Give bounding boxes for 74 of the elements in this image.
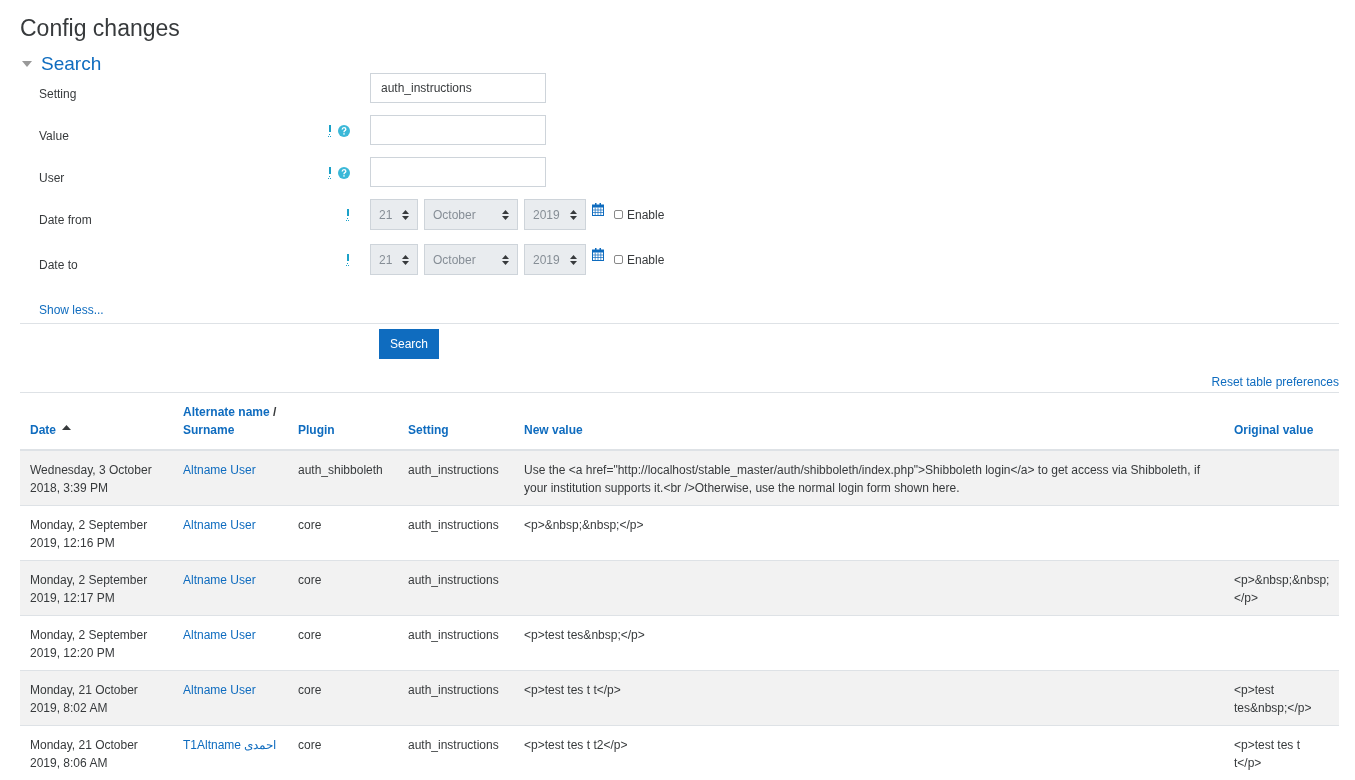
user-link[interactable]: Altname User — [183, 517, 256, 532]
text-field[interactable] — [370, 156, 546, 187]
table-cell: <p>test tes t t</p> — [524, 682, 621, 697]
user-link[interactable]: Altname User — [183, 682, 256, 697]
select-arrows-icon — [402, 254, 409, 265]
month-select[interactable]: October — [424, 199, 518, 230]
table-cell: Monday, 2 September 2019, 12:17 PM — [30, 572, 148, 605]
select-arrows-icon — [570, 209, 577, 220]
collapse-caret-icon[interactable] — [22, 61, 32, 68]
day-select[interactable]: 21 — [370, 244, 418, 275]
field-label: Value — [39, 128, 69, 143]
table-cell: auth_instructions — [408, 737, 499, 752]
table-cell: <p>test tes t t</p> — [1234, 737, 1301, 770]
day-select[interactable]: 21 — [370, 199, 418, 230]
field-label: User — [39, 170, 65, 185]
table-cell: auth_instructions — [408, 572, 499, 587]
field-label: Setting — [39, 86, 77, 101]
column-sort-link[interactable]: New value — [524, 422, 583, 437]
column-sort-link[interactable]: Original value — [1234, 422, 1314, 437]
year-select[interactable]: 2019 — [524, 244, 586, 275]
user-link[interactable]: Altname User — [183, 627, 256, 642]
show-less-link[interactable]: Show less... — [39, 302, 104, 317]
calendar-icon[interactable] — [592, 202, 604, 216]
table-cell: Monday, 2 September 2019, 12:20 PM — [30, 627, 148, 660]
column-sort-link[interactable]: Setting — [408, 422, 449, 437]
table-cell: auth_shibboleth — [298, 462, 383, 477]
help-icon[interactable] — [338, 166, 350, 179]
table-cell: Use the <a href="http://localhost/stable_master/auth/shibboleth/index.php">Shibboleth login</a> to get access via Shibboleth, if your institution supports it.<br />Otherwise, use the normal login form shown here. — [524, 462, 1200, 495]
column-sort-link[interactable]: Alternate name — [183, 404, 270, 419]
year-select[interactable]: 2019 — [524, 199, 586, 230]
text-field[interactable] — [370, 114, 546, 145]
table-cell: <p>test tes&nbsp;</p> — [524, 627, 645, 642]
month-select[interactable]: October — [424, 244, 518, 275]
select-arrows-icon — [570, 254, 577, 265]
table-cell: core — [298, 682, 322, 697]
select-arrows-icon — [402, 209, 409, 220]
field-label: Date to — [39, 257, 78, 272]
table-cell: core — [298, 572, 322, 587]
user-link[interactable]: T1Altname احمدی — [183, 737, 277, 752]
text-field[interactable]: auth_instructions — [370, 72, 546, 103]
help-icon[interactable] — [338, 124, 350, 137]
user-link[interactable]: Altname User — [183, 572, 256, 587]
table-cell: Wednesday, 3 October 2018, 3:39 PM — [30, 462, 152, 495]
table-cell: auth_instructions — [408, 462, 499, 477]
column-sort-link[interactable]: Surname — [183, 422, 235, 437]
enable-label: Enable — [627, 206, 665, 224]
table-cell: Monday, 2 September 2019, 12:16 PM — [30, 517, 148, 550]
reset-table-link[interactable]: Reset table preferences — [1211, 372, 1339, 391]
table-cell: auth_instructions — [408, 627, 499, 642]
field-label: Date from — [39, 212, 92, 227]
table-cell: core — [298, 517, 322, 532]
section-heading[interactable]: Search — [41, 50, 102, 79]
table-cell: <p>&nbsp;&nbsp;</p> — [1234, 572, 1330, 605]
table-cell: auth_instructions — [408, 517, 499, 532]
table-cell: Monday, 21 October 2019, 8:02 AM — [30, 682, 138, 715]
table-cell: auth_instructions — [408, 682, 499, 697]
search-button[interactable]: Search — [379, 328, 440, 359]
table-cell: <p>test tes&nbsp;</p> — [1234, 682, 1312, 715]
page-title: Config changes — [20, 14, 181, 42]
enable-checkbox[interactable] — [614, 210, 623, 219]
table-cell: core — [298, 737, 322, 752]
table-cell: core — [298, 627, 322, 642]
select-arrows-icon — [502, 209, 509, 220]
enable-label: Enable — [627, 251, 665, 269]
table-cell: Monday, 21 October 2019, 8:06 AM — [30, 737, 138, 770]
select-arrows-icon — [502, 254, 509, 265]
enable-checkbox[interactable] — [614, 255, 623, 264]
calendar-icon[interactable] — [592, 247, 604, 261]
separator-slash: / — [272, 404, 277, 419]
table-cell: <p>&nbsp;&nbsp;</p> — [524, 517, 644, 532]
user-link[interactable]: Altname User — [183, 462, 256, 477]
table-cell: <p>test tes t t2</p> — [524, 737, 628, 752]
column-sort-link[interactable]: Date — [30, 422, 56, 437]
column-sort-link[interactable]: Plugin — [298, 422, 335, 437]
